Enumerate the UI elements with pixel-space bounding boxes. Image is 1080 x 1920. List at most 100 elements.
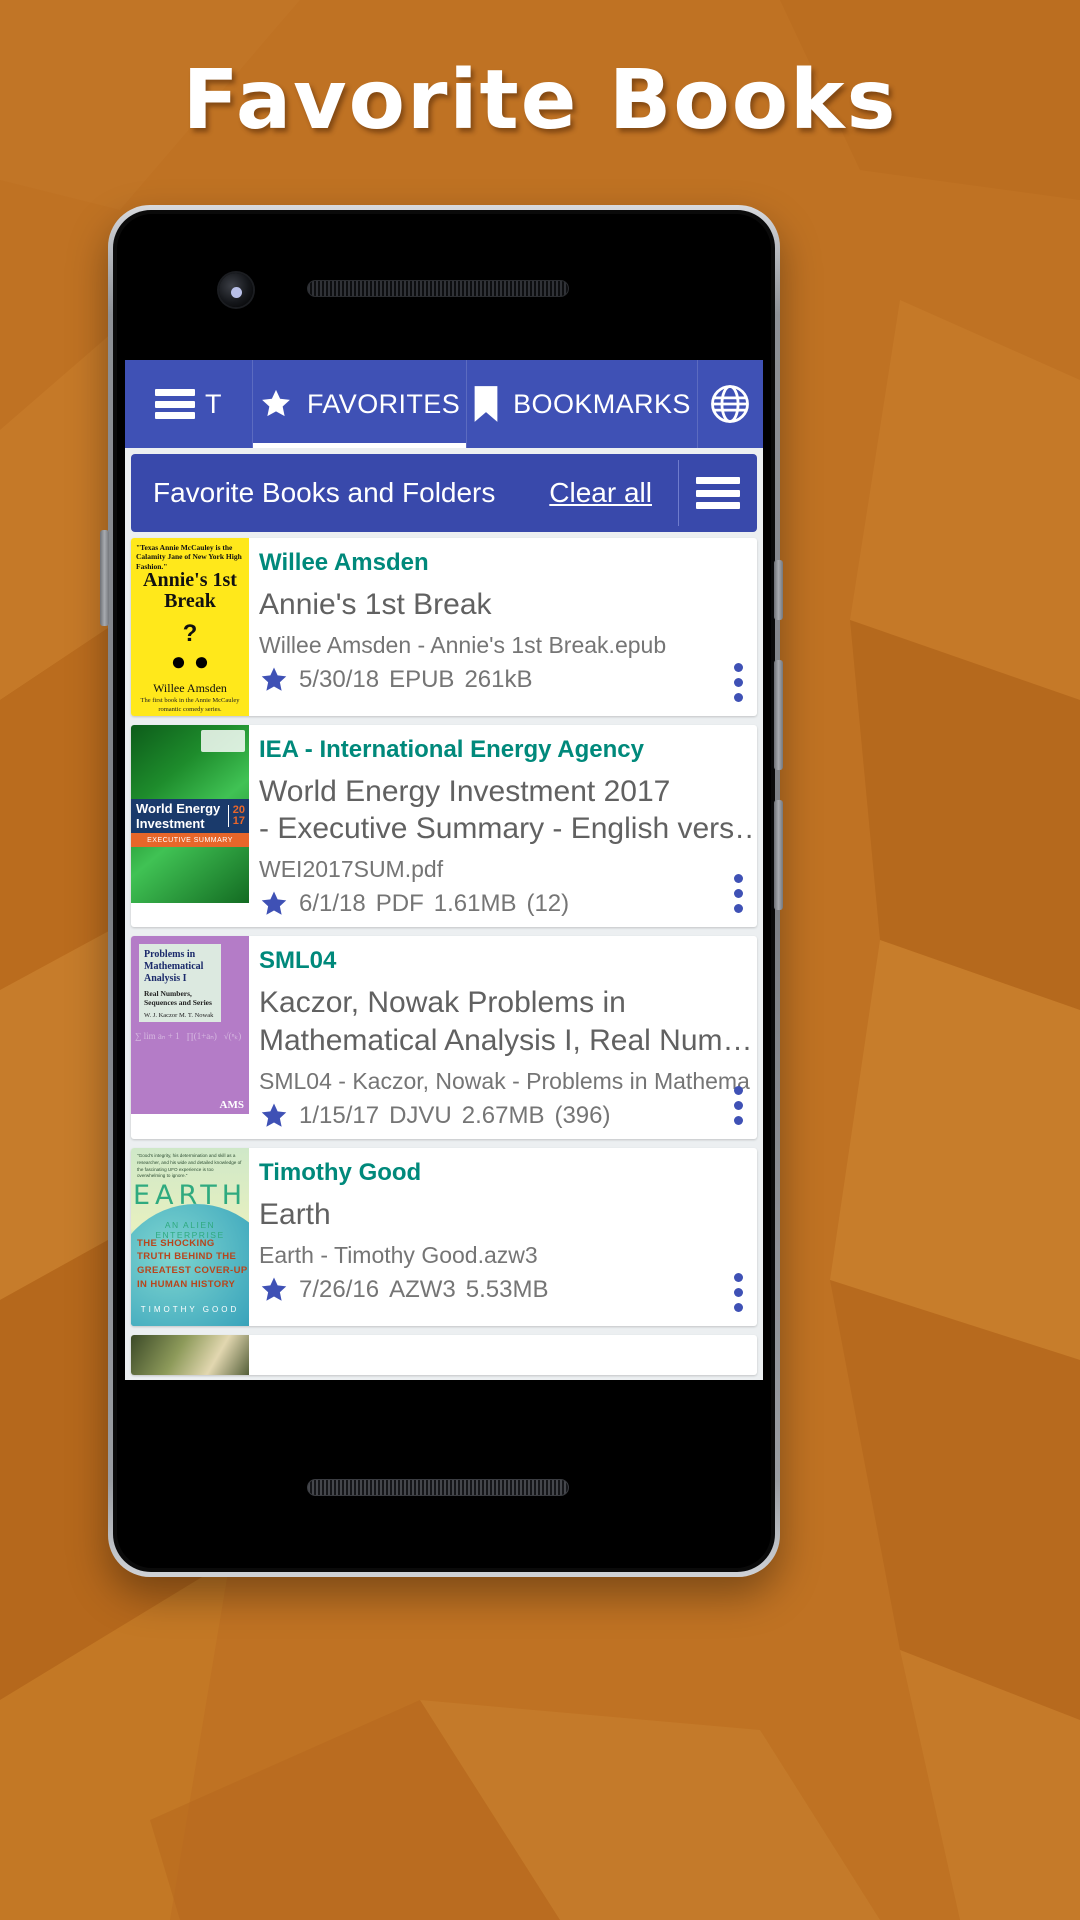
book-title: Earth [259,1196,753,1233]
book-author: IEA - International Energy Agency [259,736,644,763]
favorites-header-title: Favorite Books and Folders [153,477,496,508]
top-tab-bar: T FAVORITES BOOKMARKS [125,360,763,448]
book-format: PDF [375,890,424,918]
tab-favorites-label: FAVORITES [307,388,461,419]
book-meta [249,1335,757,1375]
favorite-star-icon[interactable] [259,1275,289,1305]
book-cover [131,1334,249,1375]
hamburger-icon [155,389,196,419]
book-title-line: Mathematical Analysis I, Real Num… [259,1023,753,1057]
cover-strip: World Energy Investment 20 17 [131,799,249,833]
favorite-star-icon[interactable] [259,889,289,919]
book-info-line: 7/26/16 AZW3 5.53MB [259,1275,753,1305]
book-meta: Willee Amsden Annie's 1st Break Willee A… [249,538,757,716]
globe-icon [711,385,750,423]
phone-volume-down-button [774,800,783,910]
phone-volume-up-button [774,660,783,770]
book-info-line: 6/1/18 PDF 1.61MB (12) [259,889,753,919]
list-item[interactable]: "Texas Annie McCauley is the Calamity Ja… [131,538,757,716]
list-item[interactable]: World Energy Investment 20 17 EXECUTIVE … [131,725,757,928]
book-pages: (12) [526,890,570,918]
tab-bookmarks[interactable]: BOOKMARKS [467,360,698,448]
tab-menu[interactable]: T [125,360,253,448]
cover-headline: "Texas Annie McCauley is the Calamity Ja… [136,543,242,571]
phone-volume-button [100,530,109,626]
cover-quote: "Good's integrity, his determination and… [137,1152,242,1179]
book-author: Timothy Good [259,1158,422,1186]
favorites-list: "Texas Annie McCauley is the Calamity Ja… [125,532,763,1380]
book-title-line: Kaczor, Nowak Problems in [259,986,626,1020]
row-overflow-button[interactable] [734,1272,743,1312]
bookmark-icon [474,386,498,422]
row-overflow-button[interactable] [734,663,743,702]
book-filename: WEI2017SUM.pdf [259,856,444,883]
book-meta: SML04 Kaczor, Nowak Problems in Mathemat… [249,936,757,1138]
book-date: 5/30/18 [299,666,380,694]
clear-all-button[interactable]: Clear all [549,477,678,509]
front-camera-icon [219,273,253,307]
book-author: SML04 [259,947,337,975]
page-banner: Favorite Books [0,0,1080,200]
bottom-speaker [307,1479,569,1496]
cover-tagline: THE SHOCKING TRUTH BEHIND THE GREATEST C… [137,1237,248,1290]
book-title-line: - Executive Summary - English vers… [259,812,753,846]
book-filename: Willee Amsden - Annie's 1st Break.epub [259,632,667,659]
book-info-line: 5/30/18 EPUB 261kB [259,665,753,695]
book-size: 261kB [464,666,533,694]
favorite-star-icon[interactable] [259,1101,289,1131]
cover-author: TIMOTHY GOOD [140,1304,240,1314]
row-overflow-button[interactable] [734,874,743,914]
book-title-line: Annie's 1st Break [259,588,492,621]
book-size: 1.61MB [433,890,517,918]
cover-title: Annie's 1st Break [143,569,237,612]
tab-bookmarks-label: BOOKMARKS [513,388,691,419]
cover-strip-line2: Investment [136,816,205,831]
book-date: 6/1/18 [299,890,366,918]
cover-question-mark: ? [182,620,198,647]
book-format: AZW3 [389,1275,456,1303]
book-format: EPUB [389,666,455,694]
book-date: 7/26/16 [299,1275,380,1303]
book-format: DJVU [389,1101,452,1129]
cover-title: EARTH [132,1179,248,1211]
book-title: Annie's 1st Break [259,586,753,623]
cover-year-bottom: 17 [232,815,245,827]
book-cover: "Good's integrity, his determination and… [131,1147,249,1326]
book-title-line: World Energy Investment 2017 [259,775,671,808]
book-cover: Problems in Mathematical Analysis I Real… [131,936,249,1115]
cover-author: Willee Amsden [153,681,227,695]
book-title: Kaczor, Nowak Problems in Mathematical A… [259,984,753,1058]
earpiece-speaker [307,280,569,297]
list-item[interactable]: "Good's integrity, his determination and… [131,1147,757,1326]
app-screen: T FAVORITES BOOKMARKS Favorite Books and… [125,360,763,1380]
book-size: 5.53MB [465,1275,549,1303]
book-cover: "Texas Annie McCauley is the Calamity Ja… [131,538,249,716]
list-item[interactable]: Problems in Mathematical Analysis I Real… [131,936,757,1139]
star-icon [262,389,290,417]
hamburger-icon [696,477,740,509]
cover-subline: The first book in the Annie McCauley rom… [140,697,240,713]
book-meta: IEA - International Energy Agency World … [249,725,757,927]
book-date: 1/15/17 [299,1101,380,1129]
row-overflow-button[interactable] [734,1085,743,1125]
book-filename: SML04 - Kaczor, Nowak - Problems in Math… [259,1067,753,1094]
book-meta: Timothy Good Earth Earth - Timothy Good.… [249,1148,757,1326]
cover-band: EXECUTIVE SUMMARY [131,833,249,847]
book-title-line: Earth [259,1197,331,1231]
list-item[interactable] [131,1334,757,1375]
book-title: World Energy Investment 2017 - Executive… [259,773,753,847]
tab-menu-label: T [205,388,222,419]
phone-mockup: T FAVORITES BOOKMARKS Favorite Books and… [108,205,780,1577]
phone-power-button [774,560,783,620]
favorite-star-icon[interactable] [259,665,289,695]
book-size: 2.67MB [461,1101,545,1129]
tab-favorites[interactable]: FAVORITES [253,360,468,448]
favorites-overflow-button[interactable] [679,477,757,509]
cover-logo [201,730,245,752]
book-filename: Earth - Timothy Good.azw3 [259,1241,538,1268]
page-title: Favorite Books [182,52,898,148]
cover-egg-art: ● ● [170,646,210,676]
cover-math-art: ∑ lim aₙ + 1 ∏(1+aₙ) √(ⁿₖ) [135,1031,242,1042]
tab-web[interactable] [698,360,763,448]
book-pages: (396) [554,1101,611,1129]
